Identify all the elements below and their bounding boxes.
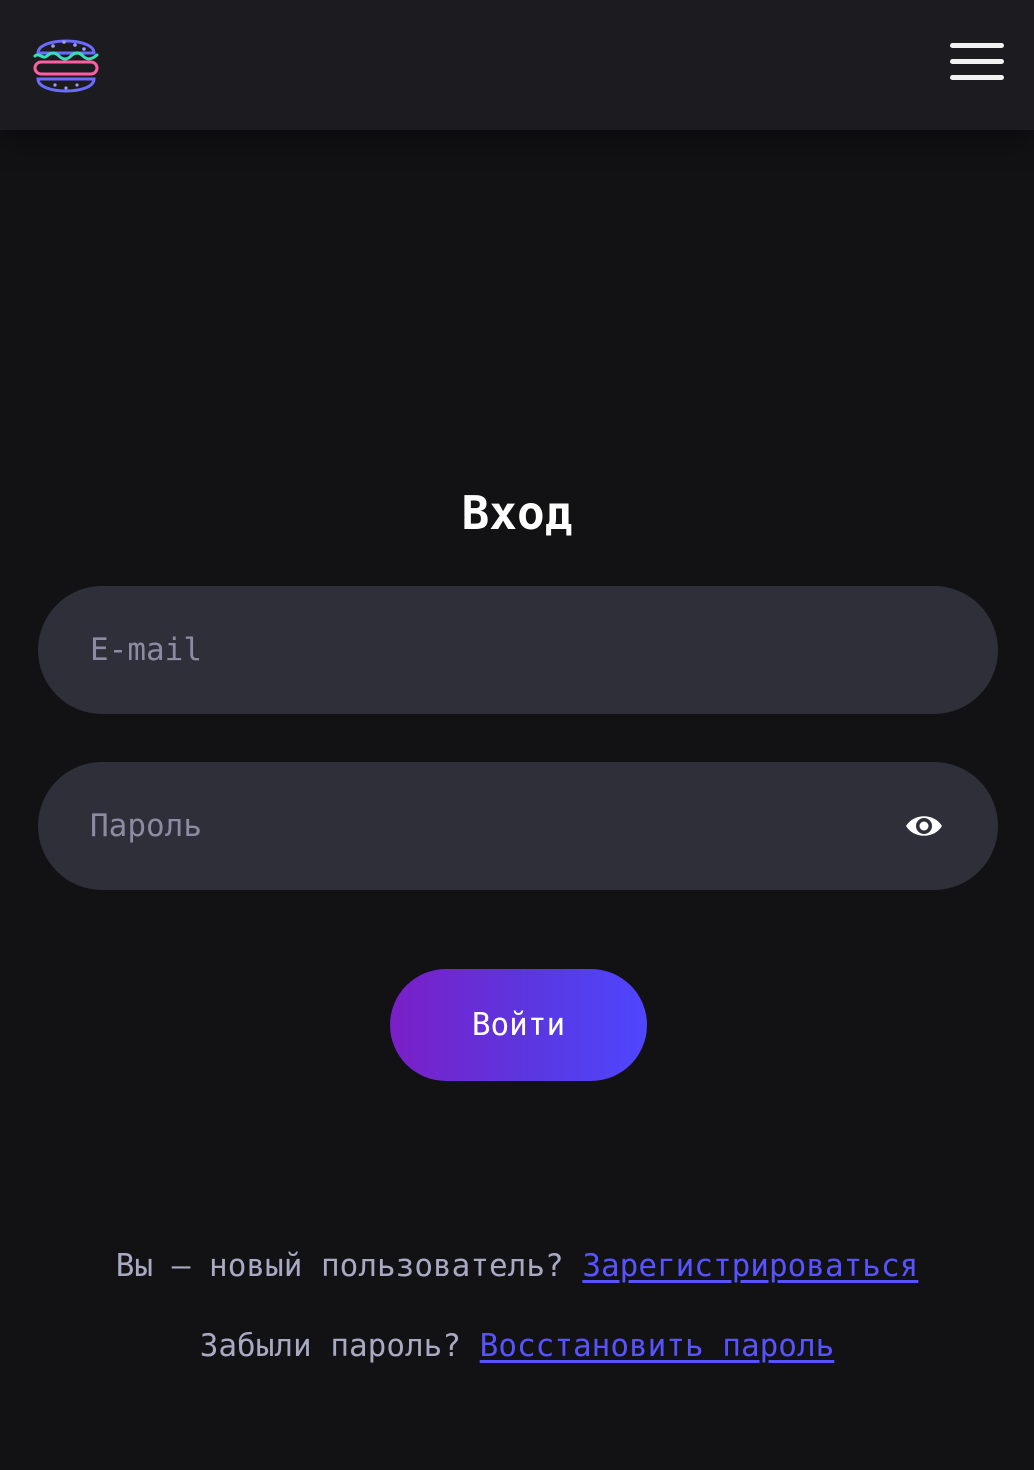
password-input[interactable] xyxy=(90,762,870,890)
register-prompt-text: Вы — новый пользователь? xyxy=(115,1248,564,1284)
forgot-password-text: Забыли пароль? xyxy=(199,1328,461,1364)
register-prompt-line: Вы — новый пользователь? Зарегистрироват… xyxy=(0,1244,1034,1288)
login-button[interactable]: Войти xyxy=(390,969,647,1081)
page-title: Вход xyxy=(461,486,573,540)
menu-bar xyxy=(950,75,1004,80)
menu-bar xyxy=(950,43,1004,48)
top-header xyxy=(0,0,1034,130)
register-link[interactable]: Зарегистрироваться xyxy=(582,1248,918,1284)
email-field-container[interactable] xyxy=(38,586,998,714)
password-field-container[interactable] xyxy=(38,762,998,890)
menu-bar xyxy=(950,59,1004,64)
email-input[interactable] xyxy=(90,586,870,714)
forgot-password-line: Забыли пароль? Восстановить пароль xyxy=(0,1324,1034,1368)
restore-password-link[interactable]: Восстановить пароль xyxy=(480,1328,835,1364)
hamburger-menu-icon[interactable] xyxy=(946,38,1008,86)
neon-burger-logo-icon[interactable] xyxy=(26,22,106,102)
eye-icon[interactable] xyxy=(904,806,944,846)
